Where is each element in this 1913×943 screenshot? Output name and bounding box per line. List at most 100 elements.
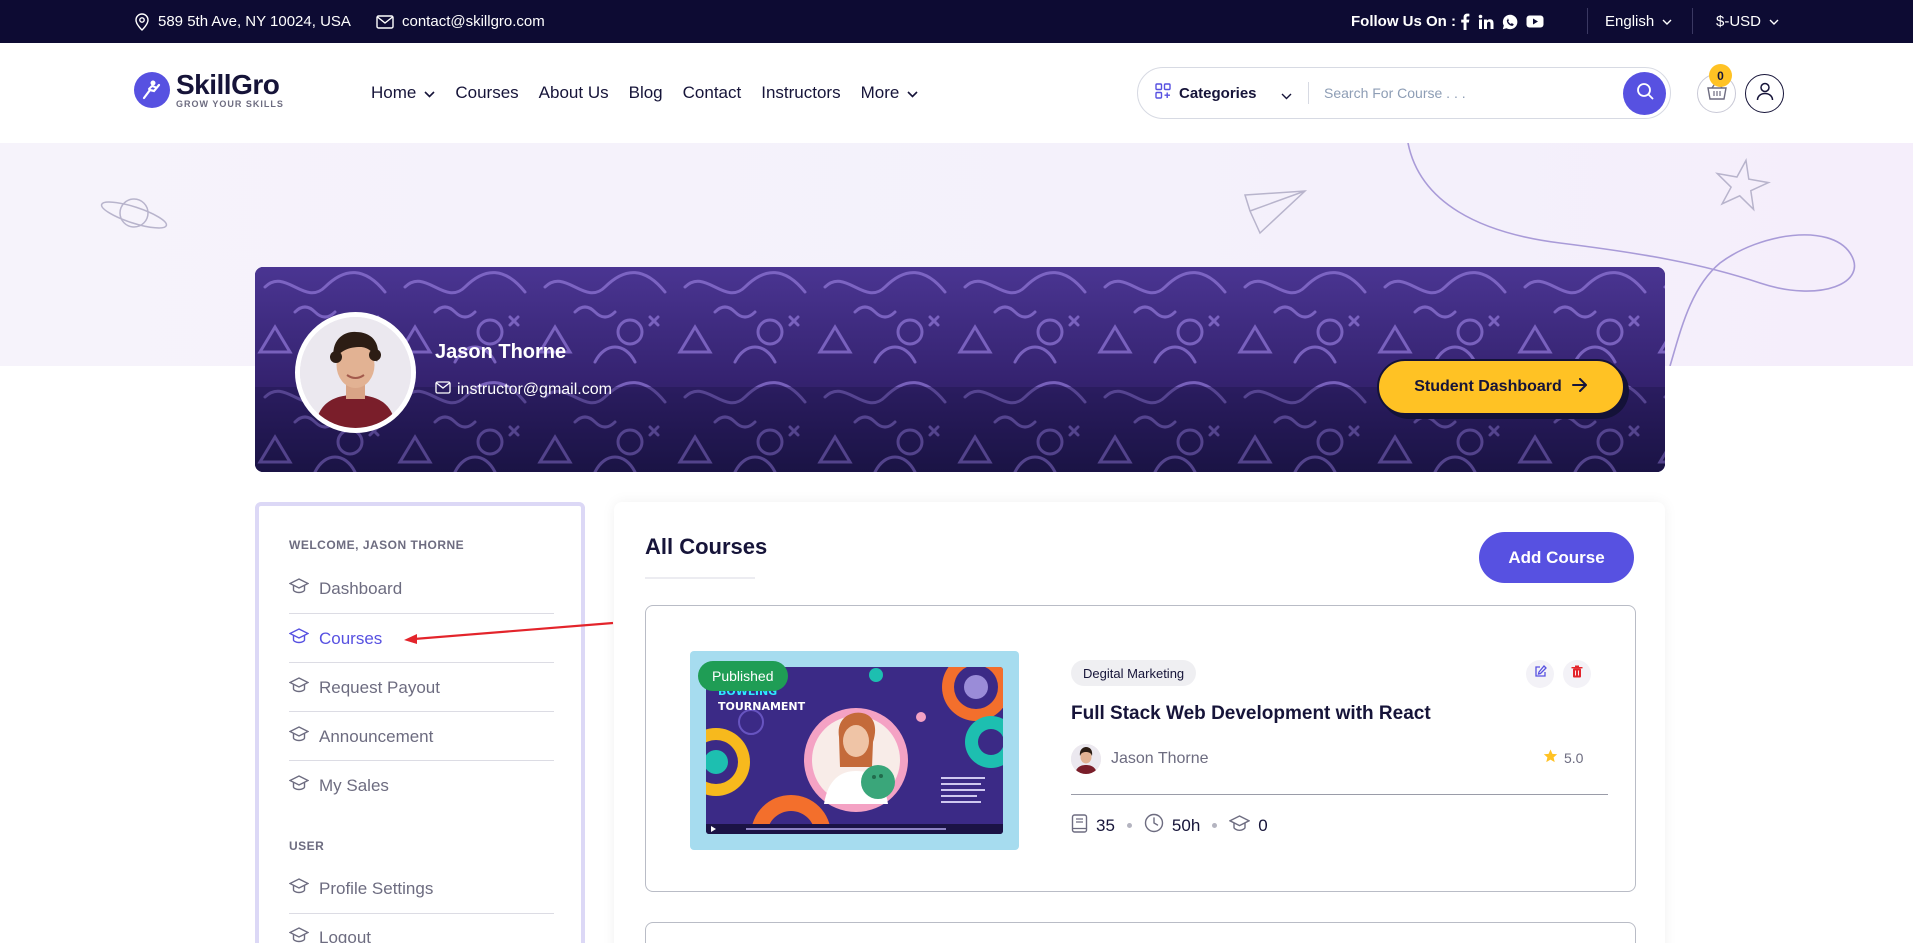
search-button[interactable] (1623, 72, 1666, 115)
topbar-divider (1587, 8, 1588, 34)
graduation-cap-icon (288, 628, 310, 649)
published-status-badge: Published (698, 661, 788, 691)
rating-value: 5.0 (1564, 749, 1584, 766)
student-dashboard-label: Student Dashboard (1414, 378, 1562, 395)
card-divider (1071, 794, 1608, 795)
main-header: SkillGro GROW YOUR SKILLS Home Courses A… (0, 43, 1913, 143)
envelope-icon (435, 381, 451, 399)
graduation-cap-icon (288, 775, 310, 796)
course-card (645, 922, 1636, 943)
facebook-icon[interactable] (1460, 13, 1470, 30)
profile-email-text: instructor@gmail.com (457, 381, 612, 398)
course-search-box: Categories (1137, 67, 1671, 119)
nav-blog[interactable]: Blog (629, 83, 663, 103)
search-divider (1308, 82, 1309, 104)
envelope-icon (376, 14, 394, 29)
instructor-name: Jason Thorne (1111, 750, 1209, 767)
nav-more[interactable]: More (861, 83, 919, 103)
categories-label: Categories (1179, 84, 1257, 102)
course-card: BOWLING TOURNAMENT Published Degital Mar (645, 605, 1636, 892)
user-account-button[interactable] (1745, 74, 1784, 113)
graduation-cap-icon (288, 726, 310, 747)
arrow-right-icon (1571, 377, 1588, 397)
language-select[interactable]: English (1605, 0, 1672, 43)
currency-value: $-USD (1716, 13, 1762, 30)
topbar-divider (1692, 8, 1693, 34)
edit-icon (1534, 665, 1547, 683)
add-course-button[interactable]: Add Course (1479, 532, 1634, 583)
grid-icon (1155, 83, 1171, 103)
sidebar-item-label: Courses (319, 628, 383, 648)
instructor-avatar (1071, 744, 1101, 774)
sidebar-item-announcement[interactable]: Announcement (288, 712, 554, 761)
star-icon (1543, 749, 1558, 766)
youtube-icon[interactable] (1526, 15, 1544, 28)
graduation-cap-icon (288, 878, 310, 899)
student-dashboard-button[interactable]: Student Dashboard (1377, 359, 1625, 415)
nav-courses[interactable]: Courses (455, 83, 518, 103)
language-value: English (1605, 13, 1655, 30)
course-rating: 5.0 (1543, 749, 1583, 766)
email-text[interactable]: contact@skillgro.com (402, 13, 545, 30)
nav-contact[interactable]: Contact (683, 83, 742, 103)
cart-count-badge: 0 (1709, 64, 1732, 87)
course-instructor[interactable]: Jason Thorne (1071, 744, 1209, 774)
delete-course-button[interactable] (1563, 660, 1591, 688)
profile-banner: Jason Thorne instructor@gmail.com Studen… (255, 267, 1665, 472)
sidebar-item-label: Profile Settings (319, 878, 434, 898)
clock-icon (1144, 813, 1164, 838)
sidebar-item-profile-settings[interactable]: Profile Settings (288, 864, 554, 913)
currency-select[interactable]: $-USD (1716, 0, 1779, 43)
sidebar-item-label: My Sales (319, 775, 389, 795)
whatsapp-icon[interactable] (1502, 14, 1518, 30)
chevron-down-icon (1769, 19, 1779, 25)
sidebar-item-my-sales[interactable]: My Sales (288, 761, 554, 810)
page-title: All Courses (645, 534, 768, 559)
top-address: 589 5th Ave, NY 10024, USA (134, 0, 351, 43)
course-category-tag[interactable]: Degital Marketing (1071, 660, 1197, 686)
course-duration: 50h (1171, 815, 1201, 835)
nav-more-label: More (860, 83, 900, 102)
graduation-cap-icon (288, 677, 310, 698)
sidebar-item-dashboard[interactable]: Dashboard (288, 564, 554, 613)
profile-email: instructor@gmail.com (435, 381, 612, 399)
profile-avatar (295, 312, 416, 433)
student-count: 0 (1258, 815, 1268, 835)
chevron-down-icon (1281, 87, 1292, 105)
graduation-cap-icon (288, 578, 310, 599)
graduation-cap-icon (288, 927, 310, 943)
sidebar-item-label: Request Payout (319, 677, 440, 697)
dashboard-sidebar: WELCOME, JASON THORNE Dashboard Courses … (255, 502, 585, 943)
sidebar-item-request-payout[interactable]: Request Payout (288, 663, 554, 712)
title-underline (645, 577, 755, 579)
sidebar-item-label: Dashboard (319, 578, 403, 598)
address-text: 589 5th Ave, NY 10024, USA (158, 13, 351, 30)
sidebar-item-logout[interactable]: Logout (288, 913, 554, 943)
course-meta: 35 50h 0 (1071, 813, 1268, 838)
thumb-title-line-2: TOURNAMENT (718, 700, 806, 713)
search-input[interactable] (1324, 78, 1604, 108)
edit-course-button[interactable] (1526, 660, 1554, 688)
linkedin-icon[interactable] (1478, 14, 1494, 30)
logo-name: SkillGro (176, 69, 280, 100)
meta-separator (1126, 823, 1132, 828)
course-title[interactable]: Full Stack Web Development with React (1071, 703, 1431, 725)
chevron-down-icon (424, 83, 435, 103)
nav-home-label: Home (371, 83, 417, 102)
logo-mark-icon (134, 72, 170, 108)
nav-home[interactable]: Home (371, 83, 435, 103)
sidebar-item-label: Announcement (319, 726, 434, 746)
annotation-arrow (404, 621, 614, 644)
top-email[interactable]: contact@skillgro.com (376, 0, 545, 43)
site-logo[interactable]: SkillGro GROW YOUR SKILLS (134, 71, 284, 109)
user-icon (1756, 82, 1774, 106)
sidebar-user-heading: USER (289, 839, 325, 853)
nav-instructors[interactable]: Instructors (761, 83, 840, 103)
social-links (1460, 0, 1544, 43)
nav-about[interactable]: About Us (539, 83, 609, 103)
book-icon (1071, 813, 1088, 838)
meta-separator (1212, 823, 1218, 828)
profile-name: Jason Thorne (435, 341, 567, 363)
logo-tagline: GROW YOUR SKILLS (176, 99, 284, 109)
categories-dropdown[interactable]: Categories (1155, 68, 1257, 118)
